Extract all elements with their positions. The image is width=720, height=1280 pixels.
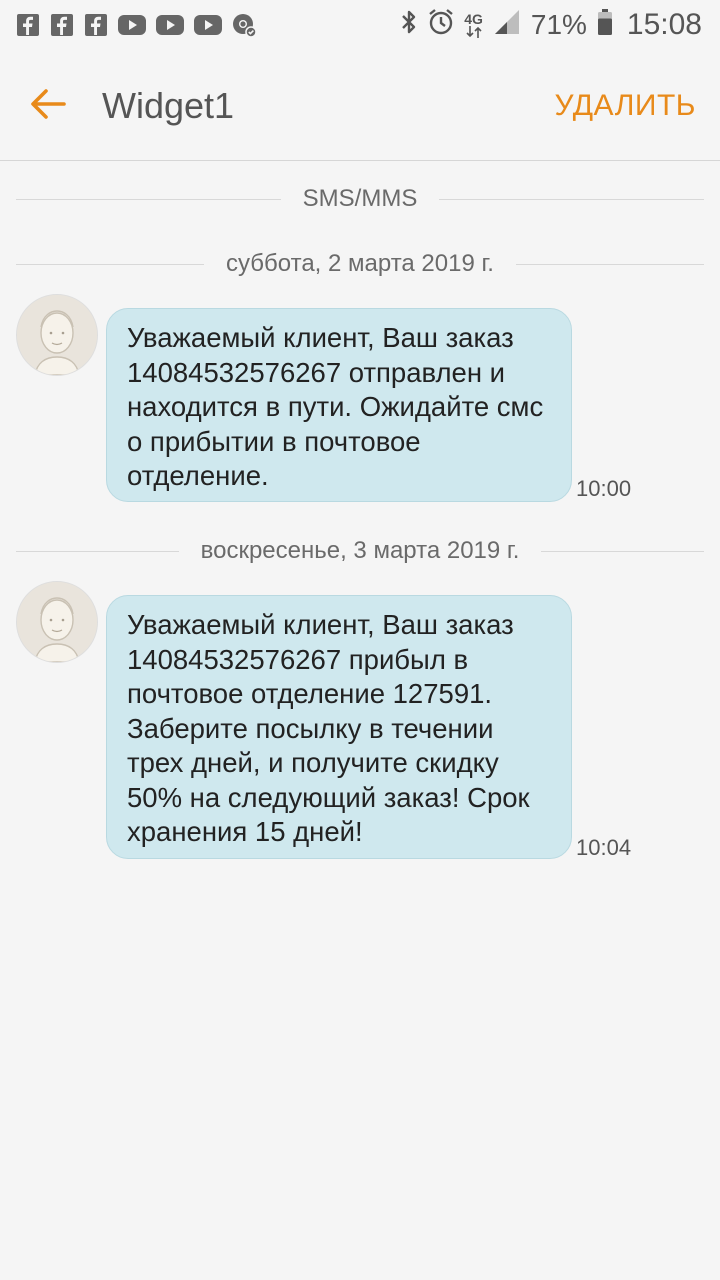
youtube-icon: [118, 13, 146, 37]
network-4g-icon: 4G: [464, 12, 483, 38]
youtube-icon: [156, 13, 184, 37]
clock: 15:08: [626, 8, 702, 41]
message-time: 10:04: [576, 835, 632, 860]
delete-button[interactable]: УДАЛИТЬ: [555, 89, 696, 123]
date-label: воскресенье, 3 марта 2019 г.: [200, 537, 520, 564]
facebook-icon: [16, 13, 40, 37]
back-button[interactable]: [0, 52, 96, 160]
date-label: суббота, 2 марта 2019 г.: [226, 250, 494, 277]
status-bar: 4G 71% 15:08: [0, 0, 720, 50]
bluetooth-icon: [400, 8, 418, 43]
app-bar: Widget1 УДАЛИТЬ: [0, 52, 720, 161]
date-divider: суббота, 2 марта 2019 г.: [16, 249, 704, 279]
avatar[interactable]: [16, 294, 98, 376]
notification-icons: [0, 13, 256, 37]
youtube-icon: [194, 13, 222, 37]
message-time: 10:00: [576, 476, 632, 501]
battery-icon: [597, 8, 613, 43]
facebook-icon: [84, 13, 108, 37]
arrow-left-icon: [28, 84, 68, 129]
message-text: Уважаемый клиент, Ваш заказ 140845325762…: [127, 322, 544, 491]
alarm-icon: [428, 8, 454, 43]
conversation-title: Widget1: [102, 85, 235, 126]
channel-divider: SMS/MMS: [16, 184, 705, 214]
chrome-icon: [232, 13, 256, 37]
signal-icon: [493, 8, 521, 43]
date-divider: воскресенье, 3 марта 2019 г.: [16, 536, 705, 566]
channel-label: SMS/MMS: [302, 185, 418, 212]
avatar[interactable]: [16, 581, 98, 663]
message-text: Уважаемый клиент, Ваш заказ 140845325762…: [127, 609, 530, 847]
message-bubble[interactable]: Уважаемый клиент, Ваш заказ 140845325762…: [106, 308, 572, 502]
message-bubble[interactable]: Уважаемый клиент, Ваш заказ 140845325762…: [106, 595, 572, 859]
facebook-icon: [50, 13, 74, 37]
battery-percent: 71%: [530, 9, 587, 40]
